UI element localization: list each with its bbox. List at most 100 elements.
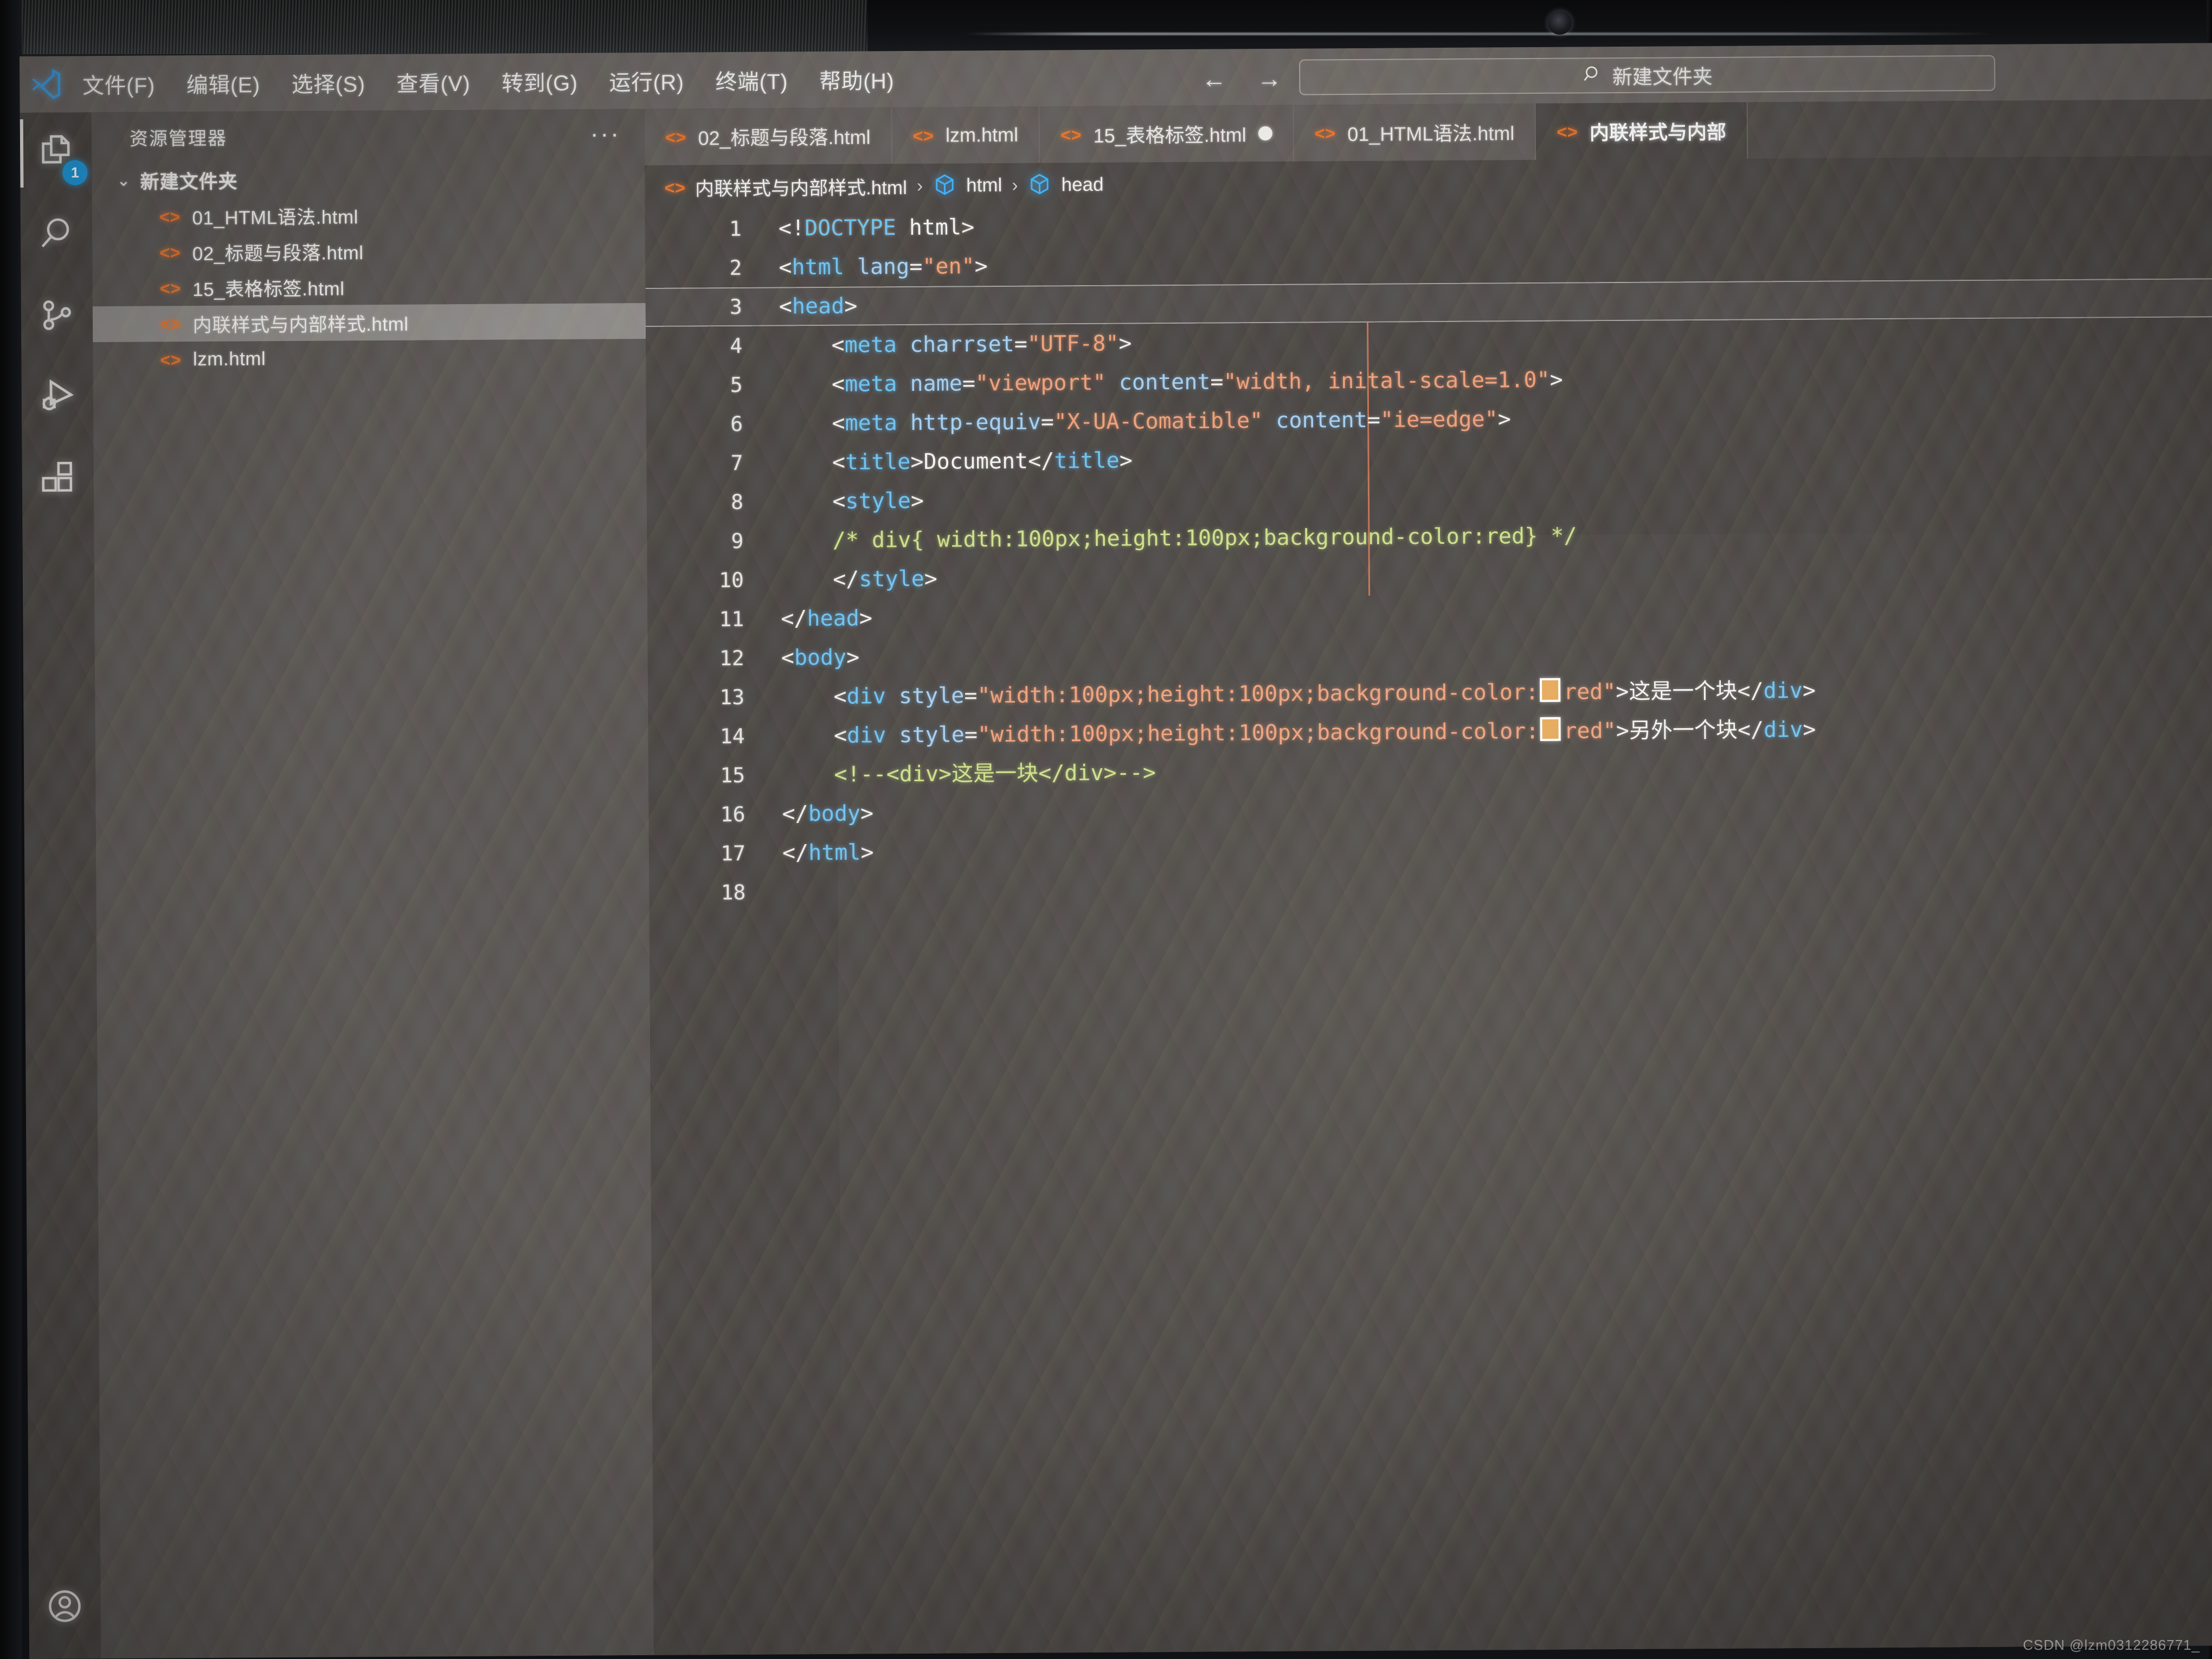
line-number: 4 <box>730 333 743 358</box>
line-content[interactable]: <html lang="en"> <box>775 247 988 287</box>
html-file-icon: <> <box>912 125 934 146</box>
editor-tab-active[interactable]: <> 内联样式与内部 <box>1536 102 1748 160</box>
explorer-file-item[interactable]: <> 15_表格标签.html <box>92 267 645 306</box>
run-debug-icon <box>37 375 78 419</box>
line-content[interactable]: <body> <box>778 638 860 678</box>
menu-run[interactable]: 运行(R) <box>606 61 687 100</box>
line-number: 12 <box>719 646 744 671</box>
line-number: 10 <box>719 568 744 593</box>
symbol-cube-icon <box>933 172 956 199</box>
html-file-icon: <> <box>1060 124 1082 145</box>
line-content[interactable]: <meta name="viewport" content="width, in… <box>776 361 1563 404</box>
line-content[interactable]: <div style="width:100px;height:100px;bac… <box>778 710 1816 756</box>
menu-bar[interactable]: 文件(F) 编辑(E) 选择(S) 查看(V) 转到(G) 运行(R) 终端(T… <box>79 60 897 103</box>
explorer-file-item[interactable]: <> lzm.html <box>93 339 646 378</box>
laptop-screen: 文件(F) 编辑(E) 选择(S) 查看(V) 转到(G) 运行(R) 终端(T… <box>20 43 2212 1659</box>
activity-item-run-and-debug[interactable] <box>21 356 93 438</box>
sidebar-more-actions-button[interactable]: ··· <box>590 120 621 147</box>
activity-bar: 1 <box>20 112 101 1659</box>
line-content[interactable]: </html> <box>779 833 874 872</box>
line-content[interactable]: <!DOCTYPE html> <box>775 208 975 248</box>
breadcrumb-symbol-html[interactable]: html <box>966 175 1002 196</box>
menu-help[interactable]: 帮助(H) <box>816 60 897 99</box>
explorer-root-label: 新建文件夹 <box>140 171 238 193</box>
explorer-file-item[interactable]: <> 01_HTML语法.html <box>92 196 645 235</box>
html-file-icon: <> <box>160 349 182 370</box>
bezel-texture <box>0 0 867 54</box>
editor-tab-label: 02_标题与段落.html <box>698 126 871 150</box>
editor-tab[interactable]: <> 01_HTML语法.html <box>1294 103 1536 162</box>
line-number: 18 <box>721 880 746 905</box>
explorer-file-label: 内联样式与内部样式.html <box>192 313 409 336</box>
account-icon <box>45 1586 84 1628</box>
editor-tab-label: 01_HTML语法.html <box>1347 122 1515 146</box>
line-content[interactable]: <head> <box>776 287 858 326</box>
menu-go[interactable]: 转到(G) <box>498 62 581 101</box>
explorer-file-item[interactable]: <> 02_标题与段落.html <box>92 232 645 271</box>
menu-selection[interactable]: 选择(S) <box>288 63 369 102</box>
line-number: 5 <box>730 372 743 397</box>
line-content[interactable]: <meta charrset="UTF-8"> <box>776 324 1132 365</box>
laptop-bezel-left <box>0 0 22 1659</box>
line-content[interactable]: <style> <box>777 481 924 522</box>
quick-input-value: 新建文件夹 <box>1612 65 1713 89</box>
activity-item-search[interactable] <box>21 194 93 275</box>
laptop-photo: 文件(F) 编辑(E) 选择(S) 查看(V) 转到(G) 运行(R) 终端(T… <box>0 0 2212 1659</box>
source-control-icon <box>37 295 76 337</box>
breadcrumb-separator: › <box>916 175 923 196</box>
line-content[interactable]: <title>Document</title> <box>776 441 1133 482</box>
code-editor[interactable]: 1 <!DOCTYPE html> 2 <html lang="en"> 3 <… <box>645 200 2212 1655</box>
html-file-icon: <> <box>665 126 686 147</box>
line-number: 16 <box>720 802 745 827</box>
activity-item-account[interactable] <box>29 1566 101 1648</box>
editor-tab-bar: <> 02_标题与段落.html <> lzm.html <> 15_表格标签.… <box>644 99 2212 165</box>
menu-terminal[interactable]: 终端(T) <box>712 61 791 99</box>
editor-tab[interactable]: <> lzm.html <box>892 106 1040 164</box>
editor-tab[interactable]: <> 02_标题与段落.html <box>644 107 892 165</box>
navigation-arrows[interactable]: ← → <box>1201 64 1282 94</box>
webcam-icon <box>1548 11 1572 35</box>
breadcrumb-symbol-head[interactable]: head <box>1062 174 1104 196</box>
back-arrow-icon[interactable]: ← <box>1201 64 1226 93</box>
editor-tab[interactable]: <> 15_表格标签.html <box>1039 105 1295 163</box>
line-content[interactable]: <div style="width:100px;height:100px;bac… <box>778 671 1816 717</box>
html-file-icon: <> <box>159 278 181 298</box>
symbol-cube-icon <box>1028 172 1052 198</box>
line-content[interactable]: </style> <box>777 560 937 600</box>
breadcrumb-file[interactable]: 内联样式与内部样式.html <box>695 172 907 201</box>
menu-view[interactable]: 查看(V) <box>393 63 473 101</box>
explorer-root-folder[interactable]: ⌄ 新建文件夹 <box>92 159 645 199</box>
chevron-down-icon[interactable]: ⌄ <box>117 171 130 190</box>
explorer-file-item-selected[interactable]: <> 内联样式与内部样式.html <box>92 303 646 343</box>
explorer-file-label: 01_HTML语法.html <box>192 206 359 229</box>
editor-tab-label: lzm.html <box>945 123 1019 146</box>
line-content[interactable]: </head> <box>777 599 872 638</box>
activity-item-source-control[interactable] <box>21 275 93 357</box>
line-number: 2 <box>729 255 742 280</box>
line-number: 3 <box>729 294 742 319</box>
watermark: CSDN @lzm0312286771_ <box>2023 1637 2200 1653</box>
unsaved-indicator-icon <box>1258 126 1272 141</box>
html-file-icon: <> <box>159 206 181 227</box>
color-swatch-icon <box>1539 678 1561 702</box>
extensions-icon <box>38 458 78 499</box>
line-number: 7 <box>730 451 743 475</box>
line-number: 17 <box>721 841 746 866</box>
line-content[interactable]: /* div{ width:100px;height:100px;backgro… <box>777 516 1577 560</box>
activity-item-explorer[interactable]: 1 <box>20 112 92 194</box>
line-number: 8 <box>731 490 744 514</box>
menu-edit[interactable]: 编辑(E) <box>183 64 263 102</box>
forward-arrow-icon[interactable]: → <box>1257 64 1282 93</box>
activity-item-extensions[interactable] <box>22 438 94 519</box>
line-number: 9 <box>731 529 744 553</box>
vscode-logo-icon <box>20 67 72 101</box>
editor-tab-label: 15_表格标签.html <box>1093 124 1246 147</box>
line-content[interactable]: </body> <box>779 794 873 833</box>
editor-tab-label: 内联样式与内部 <box>1589 120 1727 144</box>
quick-input-search-box[interactable]: 新建文件夹 <box>1299 55 1996 95</box>
line-content[interactable]: <!--<div>这是一块</div>--> <box>779 753 1156 794</box>
line-content[interactable]: <meta http-equiv="X-UA-Comatible" conten… <box>776 400 1511 443</box>
menu-file[interactable]: 文件(F) <box>79 65 158 103</box>
line-number: 14 <box>719 724 745 749</box>
explorer-file-label: 15_表格标签.html <box>192 278 345 300</box>
